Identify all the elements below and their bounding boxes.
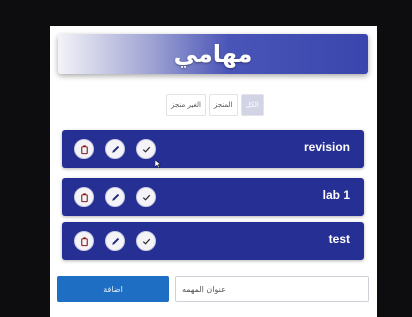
delete-button[interactable] (74, 187, 94, 207)
check-button[interactable] (136, 187, 156, 207)
delete-icon (80, 192, 88, 202)
add-task-button[interactable]: اضافة (57, 276, 169, 302)
delete-icon (80, 144, 88, 154)
edit-icon (111, 193, 119, 201)
edit-button[interactable] (105, 231, 125, 251)
task-item: test (62, 222, 364, 260)
filter-all-button[interactable]: الكل (240, 94, 264, 116)
check-button[interactable] (136, 139, 156, 159)
check-icon (142, 146, 150, 153)
filter-done-button[interactable]: المنجز (208, 94, 238, 116)
task-title: revision (303, 140, 350, 154)
task-title: test (328, 232, 350, 246)
check-button[interactable] (136, 231, 156, 251)
todo-app: مهامي الغير منجز المنجز الكل revision la… (50, 26, 377, 317)
edit-icon (111, 145, 119, 153)
filter-not-done-button[interactable]: الغير منجز (166, 94, 206, 116)
edit-icon (111, 237, 119, 245)
edit-button[interactable] (105, 187, 125, 207)
app-header: مهامي (58, 34, 368, 74)
task-title: lab 1 (322, 188, 350, 202)
task-item: revision (62, 130, 364, 168)
delete-button[interactable] (74, 139, 94, 159)
check-icon (142, 238, 150, 245)
task-actions (74, 231, 156, 251)
check-icon (142, 194, 150, 201)
add-task-form: اضافة (56, 276, 369, 302)
filter-tabs: الغير منجز المنجز الكل (166, 94, 264, 116)
page-title: مهامي (173, 40, 253, 68)
task-item: lab 1 (62, 178, 364, 216)
task-actions (74, 139, 156, 159)
mouse-cursor-icon (155, 160, 161, 168)
edit-button[interactable] (105, 139, 125, 159)
delete-button[interactable] (74, 231, 94, 251)
delete-icon (80, 236, 88, 246)
task-actions (74, 187, 156, 207)
task-title-input[interactable] (175, 276, 369, 302)
